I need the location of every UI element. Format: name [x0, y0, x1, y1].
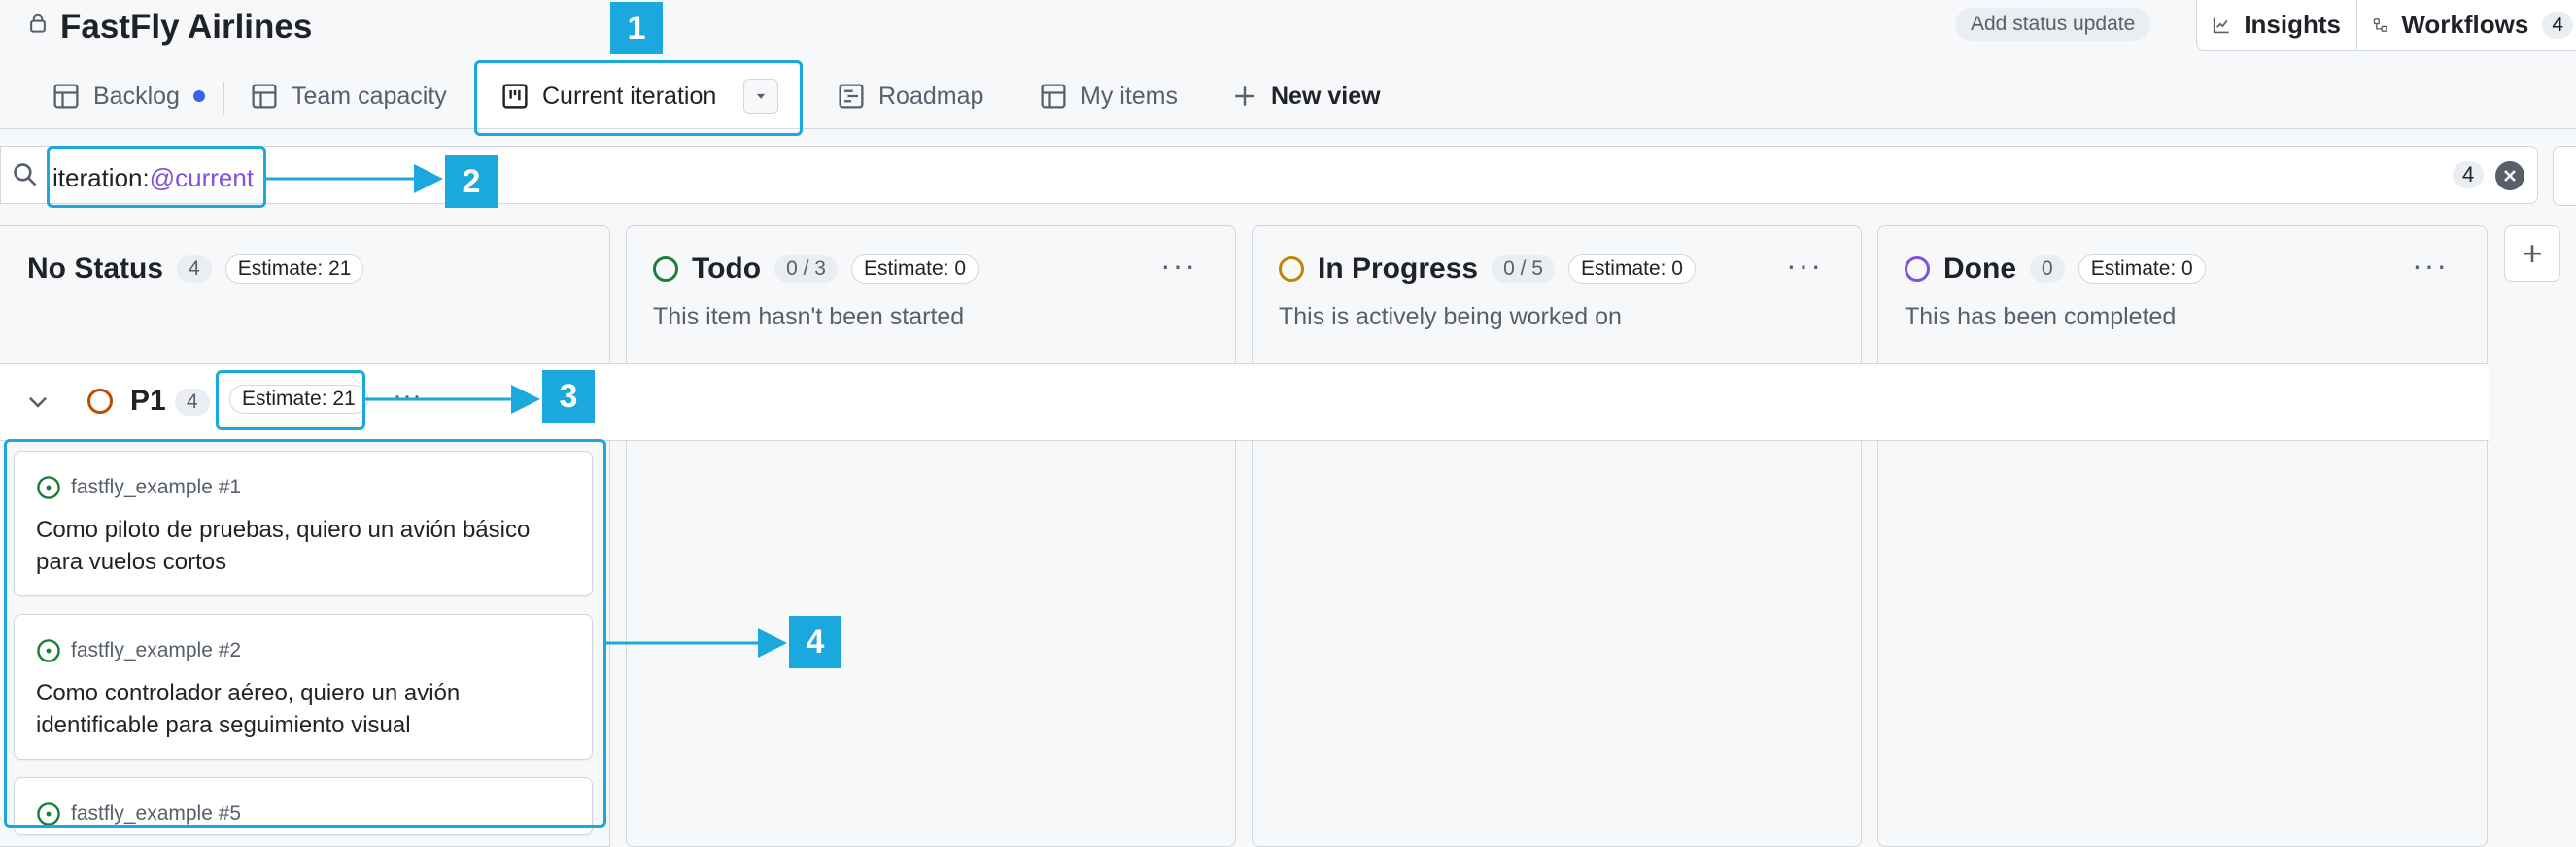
annotation-arrows	[266, 164, 787, 658]
